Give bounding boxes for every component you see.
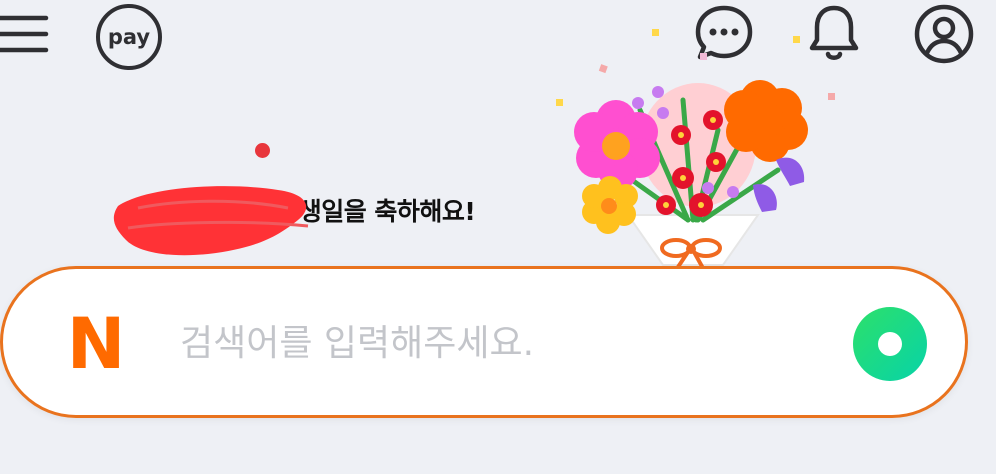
hamburger-menu-icon[interactable] [0,6,52,58]
green-circle-search-icon[interactable] [851,305,929,383]
birthday-bouquet-illustration [548,20,838,272]
pay-label: pay [96,4,162,70]
birthday-greeting: 님 생일을 축하해요! [108,182,548,262]
naver-logo[interactable]: N [62,309,130,379]
user-profile-icon[interactable] [912,2,976,66]
pay-button[interactable]: pay [96,4,168,70]
search-input[interactable] [180,315,800,371]
redaction-scribble [113,186,309,256]
search-bar[interactable]: N [0,266,968,418]
notification-dot [255,143,270,158]
